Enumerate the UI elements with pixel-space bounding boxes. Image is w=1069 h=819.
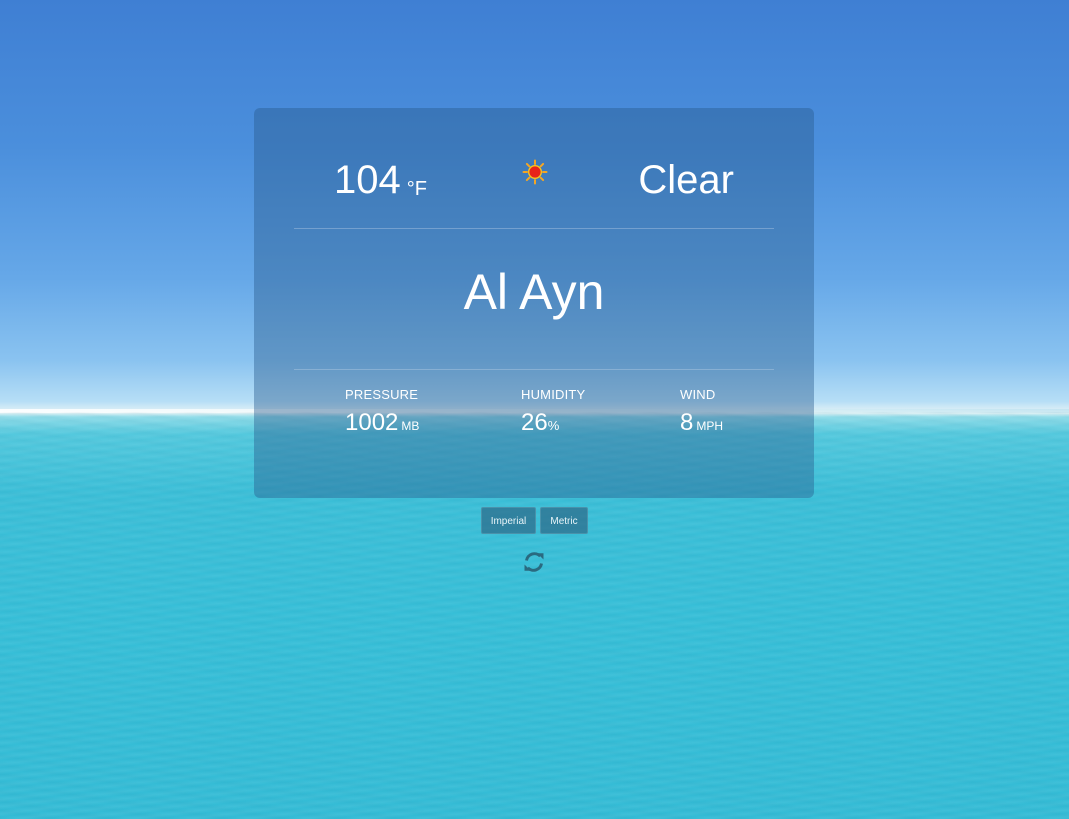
wind-value-group: 8 MPH	[680, 410, 723, 439]
pressure-unit: MB	[401, 419, 420, 433]
pressure-value-group: 1002 MB	[345, 410, 419, 439]
wind-label: WIND	[680, 387, 716, 402]
temperature: 104 °F	[334, 158, 427, 209]
unit-toggle: Imperial Metric	[481, 507, 588, 534]
pressure-label: PRESSURE	[345, 387, 419, 402]
weather-condition: Clear	[638, 158, 734, 202]
wind-value: 8	[680, 409, 694, 436]
humidity-label: HUMIDITY	[521, 387, 586, 402]
humidity-stat: HUMIDITY 26%	[521, 388, 585, 439]
temperature-value: 104	[334, 158, 401, 202]
temperature-unit: °F	[406, 178, 427, 200]
city-name: Al Ayn	[463, 264, 605, 320]
humidity-unit: %	[547, 418, 560, 433]
wind-stat: WIND 8 MPH	[680, 388, 723, 439]
pressure-value: 1002	[345, 409, 399, 436]
current-conditions-row: 104 °F Clear	[294, 108, 774, 229]
refresh-icon[interactable]	[522, 550, 546, 574]
metric-button[interactable]: Metric	[540, 507, 588, 534]
imperial-button[interactable]: Imperial	[481, 507, 536, 534]
wind-unit: MPH	[696, 419, 724, 433]
divider	[294, 369, 774, 370]
humidity-value-group: 26%	[521, 410, 585, 439]
weather-card: 104 °F Clear Al Ayn PRESSURE 1002 MB HUMID…	[254, 108, 814, 498]
sun-icon	[522, 159, 548, 185]
humidity-value: 26	[521, 409, 548, 436]
pressure-stat: PRESSURE 1002 MB	[345, 388, 419, 439]
